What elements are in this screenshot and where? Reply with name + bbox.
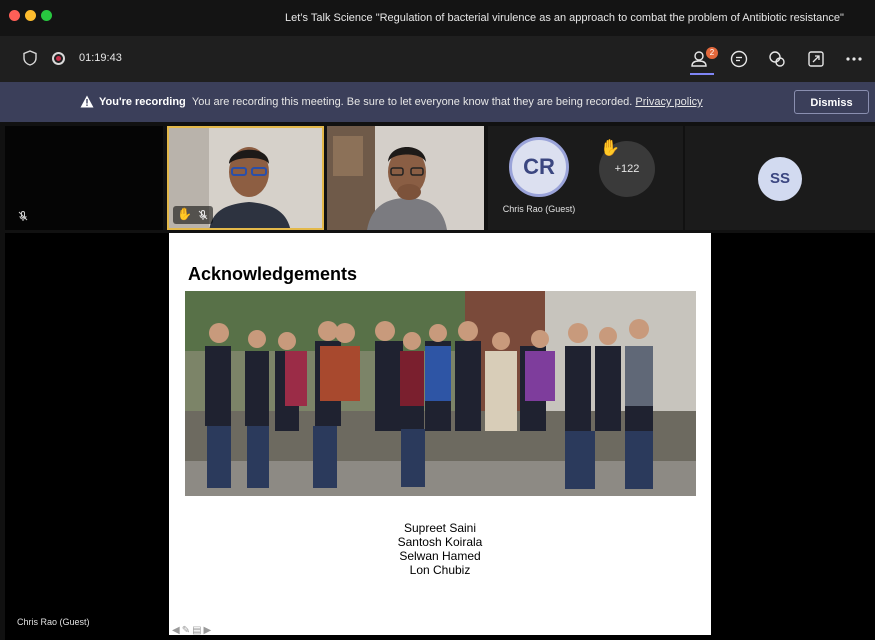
minimize-window-button[interactable] xyxy=(25,10,36,21)
ack-name: Supreet Saini xyxy=(403,521,477,535)
dismiss-button[interactable]: Dismiss xyxy=(794,90,869,114)
participant-name: Chris Rao (Guest) xyxy=(502,204,576,214)
meeting-toolbar: 01:19:43 2 xyxy=(0,36,875,82)
prev-slide-icon[interactable]: ◀ xyxy=(172,625,182,636)
mic-off-icon xyxy=(198,210,208,220)
ack-name: Lon Chubiz xyxy=(409,563,471,577)
mic-off-icon xyxy=(18,211,28,221)
more-icon[interactable] xyxy=(842,47,866,71)
privacy-policy-link[interactable]: Privacy policy xyxy=(635,96,702,108)
participants-count-badge: 2 xyxy=(706,47,718,59)
speaker-status-pill: ✋ xyxy=(173,206,213,224)
avatar: SS xyxy=(758,157,802,201)
window-title: Let’s Talk Science "Regulation of bacter… xyxy=(285,12,844,24)
zoom-window-button[interactable] xyxy=(41,10,52,21)
warning-icon xyxy=(80,95,94,108)
participant-tile-speaker[interactable]: ✋ xyxy=(167,126,324,230)
menu-icon[interactable]: ▤ xyxy=(192,625,203,636)
ack-name: Selwan Hamed xyxy=(399,549,481,563)
acknowledgement-names: Supreet Saini Santosh Koirala Selwan Ham… xyxy=(169,521,711,577)
chat-icon[interactable] xyxy=(727,47,751,71)
banner-text: You're recording You are recording this … xyxy=(99,96,703,108)
share-icon[interactable] xyxy=(804,47,828,71)
window-titlebar: Let’s Talk Science "Regulation of bacter… xyxy=(0,0,875,36)
presenter-name: Chris Rao (Guest) xyxy=(17,617,90,627)
group-photo xyxy=(185,291,696,496)
raised-hand-icon: ✋ xyxy=(177,207,192,221)
next-slide-icon[interactable]: ▶ xyxy=(204,625,214,636)
participant-tile-ss[interactable]: SS xyxy=(685,126,875,230)
slide-nav-controls[interactable]: ◀✎▤▶ xyxy=(172,625,213,636)
reactions-icon[interactable] xyxy=(765,47,789,71)
meeting-stage: ✋ CR Chris Rao (Guest) +122 ✋ SS Acknowl… xyxy=(0,122,875,640)
banner-title: You're recording xyxy=(99,96,186,108)
shield-icon[interactable] xyxy=(23,50,37,66)
slide-title: Acknowledgements xyxy=(188,264,358,284)
close-window-button[interactable] xyxy=(9,10,20,21)
presentation-slide: Acknowledgements Supreet Saini Santosh K… xyxy=(169,233,711,636)
pen-icon[interactable]: ✎ xyxy=(182,625,192,636)
ack-name: Santosh Koirala xyxy=(397,535,483,549)
avatar: CR xyxy=(509,137,569,197)
record-icon xyxy=(52,52,65,65)
recording-banner: You're recording You are recording this … xyxy=(0,82,875,122)
group-photo-image xyxy=(185,291,696,496)
people-active-indicator xyxy=(690,73,714,75)
shared-screen: Acknowledgements Supreet Saini Santosh K… xyxy=(5,233,875,640)
banner-message: You are recording this meeting. Be sure … xyxy=(191,96,633,108)
participant-tile-empty[interactable] xyxy=(5,126,163,230)
meeting-timer: 01:19:43 xyxy=(79,52,122,64)
participant-tile-video[interactable] xyxy=(327,126,484,230)
participant-tile-cr[interactable]: CR Chris Rao (Guest) +122 ✋ xyxy=(488,126,683,230)
participant-video xyxy=(327,126,484,230)
raised-hand-icon: ✋ xyxy=(600,140,620,157)
